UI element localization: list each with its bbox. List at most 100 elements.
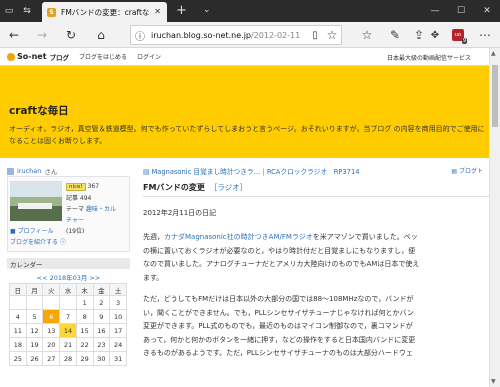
calendar-day: 21: [59, 337, 77, 352]
favorites-hub-icon[interactable]: ☆: [360, 27, 374, 43]
calendar-dow-row: 日 月 火 水 木 金 土: [9, 283, 127, 296]
calendar-dow: 日: [9, 283, 27, 296]
calendar-day: 26: [25, 351, 44, 366]
nice-badge: nice!: [66, 183, 86, 191]
browser-titlebar: ▭ ⇆ S FMバンドの変更：craftな ✕ + ⌄ — ☐ ✕: [0, 0, 500, 22]
tab-sets-icon[interactable]: ▭: [0, 0, 18, 22]
calendar-day: 15: [75, 323, 94, 338]
profile-photo[interactable]: [10, 181, 62, 221]
post-header: FMバンドの変更 ［ラジオ］: [143, 182, 489, 197]
blog-top-link[interactable]: ▤ ブログト: [451, 166, 483, 175]
calendar-week: 1 2 3: [9, 295, 127, 310]
tab-active[interactable]: S FMバンドの変更：craftな ✕: [42, 2, 167, 22]
web-note-pen-icon[interactable]: ✎: [388, 27, 402, 43]
p1-line: の横に置いておくラジオが必要なのと，やはり時計付だと目覚ましにもなりますし，便: [143, 246, 416, 255]
p2-line: ただ，どうしてもFMだけは日本以外の大部分の国では88～108MHzなので，バン…: [143, 295, 414, 303]
site-info-icon[interactable]: ⓘ: [135, 28, 147, 43]
calendar-dow: 土: [109, 283, 127, 296]
sonet-logo[interactable]: So-net ブログ: [7, 52, 69, 62]
calendar-nav[interactable]: << 2018年03月 >>: [7, 272, 130, 283]
p2-line: 変更ができます。PLL式のものでも，最近のものはマイコン制御なので，裏コマンドが: [143, 322, 413, 330]
calendar-day: 28: [59, 351, 77, 366]
calendar-day: 1: [75, 295, 94, 310]
calendar-day: 16: [92, 323, 111, 338]
theme-rank: (19位): [66, 228, 85, 235]
nice-count: 367: [87, 183, 100, 190]
favorite-star-icon[interactable]: ☆: [325, 27, 339, 43]
tab-preview-icon[interactable]: ⇆: [18, 0, 36, 22]
post-title[interactable]: FMバンドの変更: [143, 183, 205, 192]
start-blog-link[interactable]: ブログをはじめる: [79, 52, 127, 61]
theme-label: テーマ: [66, 206, 85, 213]
minimize-icon[interactable]: —: [422, 0, 448, 22]
calendar-week: 11 12 13 14 15 16 17: [9, 323, 127, 338]
doc-icon: ▤: [143, 168, 150, 176]
close-tab-icon[interactable]: ✕: [154, 7, 161, 16]
user-name[interactable]: iruchan: [17, 167, 41, 175]
calendar-day: 7: [59, 309, 77, 324]
calendar-week: 25 26 27 28 29 30 31: [9, 351, 127, 366]
calendar-day: 5: [25, 309, 44, 324]
login-link[interactable]: ログイン: [137, 52, 161, 61]
calendar-day-today[interactable]: 14: [59, 323, 77, 338]
scroll-up-icon[interactable]: ▲: [491, 50, 496, 57]
tab-title: FMバンドの変更：craftな: [61, 7, 150, 17]
sonet-tagline[interactable]: 日本最大級の動画配信サービス: [387, 53, 471, 62]
site-title[interactable]: craftな毎日: [9, 103, 69, 118]
extension-puzzle-icon[interactable]: ✥: [428, 27, 442, 43]
p1-line: ます。: [143, 273, 164, 282]
prev-post-link[interactable]: Magnasonic 目覚まし時計つきラ…: [151, 168, 260, 176]
scrollbar-thumb[interactable]: [492, 65, 498, 127]
calendar-day: 27: [42, 351, 61, 366]
paragraph-2: ただ，どうしてもFMだけは日本以外の大部分の国では88～108MHzなので，バン…: [143, 293, 489, 361]
calendar-day: 11: [9, 323, 27, 338]
profile-link[interactable]: プロフィール: [18, 228, 54, 235]
refresh-icon[interactable]: ↻: [63, 27, 79, 43]
url-path: /2012-02-11: [251, 30, 301, 40]
profile-box: nice! 367 記事 494 テーマ 趣味・カル チャー (19位) ■ プ…: [7, 176, 130, 252]
theme-link[interactable]: 趣味・カル: [86, 206, 116, 213]
next-post-link[interactable]: RCAクロックラジオ RP3714: [267, 168, 360, 176]
post-navigation: ▤ Magnasonic 目覚まし時計つきラ… | RCAクロックラジオ RP3…: [143, 166, 489, 176]
page-viewport: So-net ブログ ブログをはじめる ログイン 日本最大級の動画配信サービス c…: [0, 48, 489, 387]
help-icon[interactable]: ⓘ: [60, 239, 66, 246]
p2-line: きるものがあるようです。ただ，PLLシンセサイザチューナのものは大部分ハードウェ: [143, 349, 413, 357]
calendar-day: [59, 295, 77, 310]
calendar-day-highlighted[interactable]: 6: [42, 309, 61, 324]
reading-view-icon[interactable]: ▯: [308, 27, 322, 43]
calendar-dow: 月: [25, 283, 44, 296]
p1-text: を米アマゾンで買いました。ベッ: [312, 233, 418, 241]
back-arrow-icon[interactable]: ←: [6, 27, 22, 43]
paragraph-1: 先週，カナダMagnasonic社の時計つきAM/FMラジオを米アマゾンで買いま…: [143, 231, 489, 285]
calendar-day: 12: [25, 323, 44, 338]
page-scrollbar[interactable]: ▲ ▼: [489, 48, 500, 387]
share-icon[interactable]: ⇪: [412, 27, 426, 43]
calendar-day: 29: [75, 351, 94, 366]
scroll-down-icon[interactable]: ▼: [491, 378, 496, 385]
calendar-dow: 水: [59, 283, 77, 296]
calendar-day: [25, 295, 44, 310]
close-window-icon[interactable]: ✕: [474, 0, 500, 22]
sidebar: iruchan さん nice! 367 記事 494 テーマ 趣味・カル チャ…: [7, 166, 130, 366]
theme-link-cont[interactable]: チャー: [66, 215, 116, 226]
calendar-day: 10: [109, 309, 127, 324]
ublock-extension-icon[interactable]: uo 9: [452, 29, 467, 44]
magnasonic-link[interactable]: カナダMagnasonic社の時計つきAM/FMラジオ: [164, 233, 313, 241]
article-count: 記事 494: [66, 195, 92, 202]
new-tab-button[interactable]: +: [176, 3, 187, 18]
user-suffix: さん: [44, 168, 58, 176]
tab-list-chevron-icon[interactable]: ⌄: [203, 5, 211, 15]
calendar-day: 9: [92, 309, 111, 324]
calendar-day: 8: [75, 309, 94, 324]
calendar-day: 31: [109, 351, 127, 366]
site-description: オーディオ，ラジオ，真空管＆鉄道模型。何でも作っていたずらしてしまおうと言うペー…: [9, 125, 485, 145]
sonet-logo-dot-icon: [7, 52, 15, 61]
nav-separator: |: [262, 168, 265, 176]
post-category[interactable]: ［ラジオ］: [210, 183, 247, 192]
more-menu-icon[interactable]: ⋯: [478, 27, 492, 43]
home-icon[interactable]: ⌂: [93, 27, 109, 43]
maximize-icon[interactable]: ☐: [448, 0, 474, 22]
forward-arrow-icon[interactable]: →: [34, 27, 50, 43]
calendar-day: 25: [9, 351, 27, 366]
introduce-blog-link[interactable]: ブログを紹介する: [10, 239, 58, 246]
